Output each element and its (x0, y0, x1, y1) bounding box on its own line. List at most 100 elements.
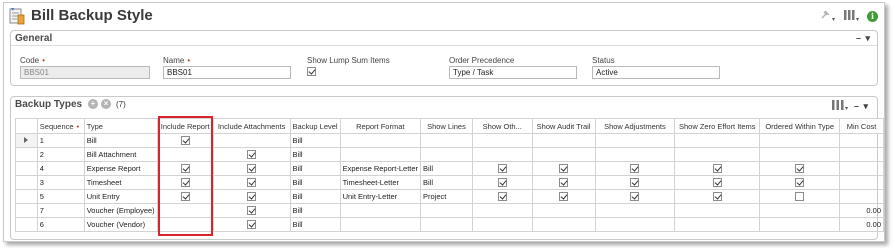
cell-min-cost[interactable] (839, 175, 884, 190)
row-selector[interactable] (15, 189, 38, 204)
cell-min-cost[interactable]: 0.00 (839, 203, 884, 218)
ordered-within-type-cell[interactable] (759, 189, 841, 204)
show-other-cell[interactable] (471, 147, 533, 162)
column-header-ordered-within-type[interactable]: Ordered Within Type (759, 118, 841, 134)
include-attachments-cell[interactable] (212, 217, 291, 232)
cell-backup-level[interactable]: Bill (289, 217, 341, 232)
info-icon[interactable]: i (867, 10, 878, 22)
include-report-cell[interactable] (156, 217, 214, 232)
include-attachments-cell[interactable] (212, 189, 291, 204)
cell-sequence[interactable]: 6 (36, 217, 85, 232)
include-report-cell[interactable] (156, 175, 214, 190)
show-adjustments-cell[interactable] (594, 217, 676, 232)
ordered-within-type-cell[interactable] (759, 147, 841, 162)
show-audit-trail-checkbox[interactable] (559, 192, 569, 202)
cell-show-lines[interactable]: Bill (420, 161, 473, 176)
ordered-within-type-checkbox[interactable] (795, 178, 805, 188)
column-header-min-cost[interactable]: Min Cost (839, 118, 884, 134)
cell-type[interactable]: Bill Attachment (83, 147, 158, 162)
show-other-checkbox[interactable] (497, 192, 507, 202)
column-header-report-format[interactable]: Report Format (339, 118, 422, 134)
table-row[interactable]: 4 Expense Report Bill Expense Report-Letter… (15, 161, 884, 176)
include-attachments-cell[interactable] (212, 133, 291, 148)
cell-show-lines[interactable]: Bill (420, 175, 473, 190)
cell-show-lines[interactable]: Project (420, 189, 473, 204)
include-report-checkbox[interactable] (180, 164, 190, 174)
cell-type[interactable]: Unit Entry (83, 189, 158, 204)
table-row[interactable]: 7 Voucher (Employee) Bill 0.00 (15, 203, 884, 218)
cell-type[interactable]: Voucher (Employee) (83, 203, 158, 218)
row-selector[interactable] (15, 147, 38, 162)
cell-sequence[interactable]: 3 (36, 175, 85, 190)
include-attachments-cell[interactable] (212, 175, 291, 190)
row-selector[interactable] (15, 217, 38, 232)
cell-report-format[interactable] (339, 147, 422, 162)
cell-sequence[interactable]: 1 (36, 133, 85, 148)
cell-report-format[interactable] (339, 133, 422, 148)
include-attachments-cell[interactable] (212, 203, 291, 218)
show-lump-sum-checkbox[interactable] (307, 67, 316, 76)
include-report-cell[interactable] (156, 133, 214, 148)
general-collapse-button[interactable]: – ▾ (856, 33, 871, 44)
name-field[interactable]: BBS01 (163, 66, 291, 79)
order-precedence-field[interactable]: Type / Task (449, 66, 577, 79)
table-row[interactable]: 3 Timesheet Bill Timesheet-Letter Bill (15, 175, 884, 190)
show-other-cell[interactable] (471, 133, 533, 148)
show-adjustments-checkbox[interactable] (630, 192, 640, 202)
cell-type[interactable]: Expense Report (83, 161, 158, 176)
row-selector[interactable] (15, 133, 38, 148)
pin-icon[interactable]: ▾ (819, 9, 835, 23)
remove-icon[interactable]: × (101, 99, 111, 109)
table-row[interactable]: 1 Bill Bill (15, 133, 884, 148)
add-icon[interactable]: + (88, 99, 98, 109)
cell-sequence[interactable]: 5 (36, 189, 85, 204)
cell-min-cost[interactable] (839, 161, 884, 176)
column-header-show-audit-trail[interactable]: Show Audit Trail (531, 118, 596, 134)
row-selector[interactable] (15, 175, 38, 190)
show-zero-effort-checkbox[interactable] (712, 192, 722, 202)
cell-sequence[interactable]: 7 (36, 203, 85, 218)
include-report-checkbox[interactable] (180, 136, 190, 146)
show-other-cell[interactable] (471, 217, 533, 232)
show-other-cell[interactable] (471, 203, 533, 218)
include-report-checkbox[interactable] (180, 192, 190, 202)
show-audit-trail-cell[interactable] (531, 147, 596, 162)
cell-backup-level[interactable]: Bill (289, 147, 341, 162)
ordered-within-type-cell[interactable] (759, 161, 841, 176)
show-audit-trail-cell[interactable] (531, 161, 596, 176)
show-audit-trail-cell[interactable] (531, 133, 596, 148)
table-row[interactable]: 2 Bill Attachment Bill (15, 147, 884, 162)
include-report-cell[interactable] (156, 203, 214, 218)
show-audit-trail-cell[interactable] (531, 189, 596, 204)
cell-min-cost[interactable] (839, 189, 884, 204)
show-adjustments-cell[interactable] (594, 175, 676, 190)
column-header-type[interactable]: Type (83, 118, 158, 134)
show-zero-effort-checkbox[interactable] (712, 164, 722, 174)
show-zero-effort-cell[interactable] (674, 203, 761, 218)
show-zero-effort-cell[interactable] (674, 161, 761, 176)
show-zero-effort-cell[interactable] (674, 147, 761, 162)
include-attachments-checkbox[interactable] (247, 178, 257, 188)
cell-backup-level[interactable]: Bill (289, 203, 341, 218)
cell-min-cost[interactable] (839, 133, 884, 148)
show-audit-trail-cell[interactable] (531, 175, 596, 190)
cell-sequence[interactable]: 2 (36, 147, 85, 162)
show-other-checkbox[interactable] (497, 178, 507, 188)
show-adjustments-cell[interactable] (594, 203, 676, 218)
cell-backup-level[interactable]: Bill (289, 189, 341, 204)
include-attachments-checkbox[interactable] (247, 206, 257, 216)
show-other-cell[interactable] (471, 189, 533, 204)
cell-min-cost[interactable]: 0.00 (839, 217, 884, 232)
column-header-show-lines[interactable]: Show Lines (420, 118, 473, 134)
cell-backup-level[interactable]: Bill (289, 161, 341, 176)
row-selector[interactable] (15, 203, 38, 218)
show-other-checkbox[interactable] (497, 164, 507, 174)
ordered-within-type-checkbox[interactable] (795, 192, 805, 202)
ordered-within-type-checkbox[interactable] (795, 164, 805, 174)
include-report-checkbox[interactable] (180, 178, 190, 188)
cell-report-format[interactable]: Expense Report-Letter (339, 161, 422, 176)
cell-show-lines[interactable] (420, 133, 473, 148)
show-adjustments-checkbox[interactable] (630, 164, 640, 174)
show-adjustments-cell[interactable] (594, 161, 676, 176)
column-header-backup-level[interactable]: Backup Level (289, 118, 341, 134)
